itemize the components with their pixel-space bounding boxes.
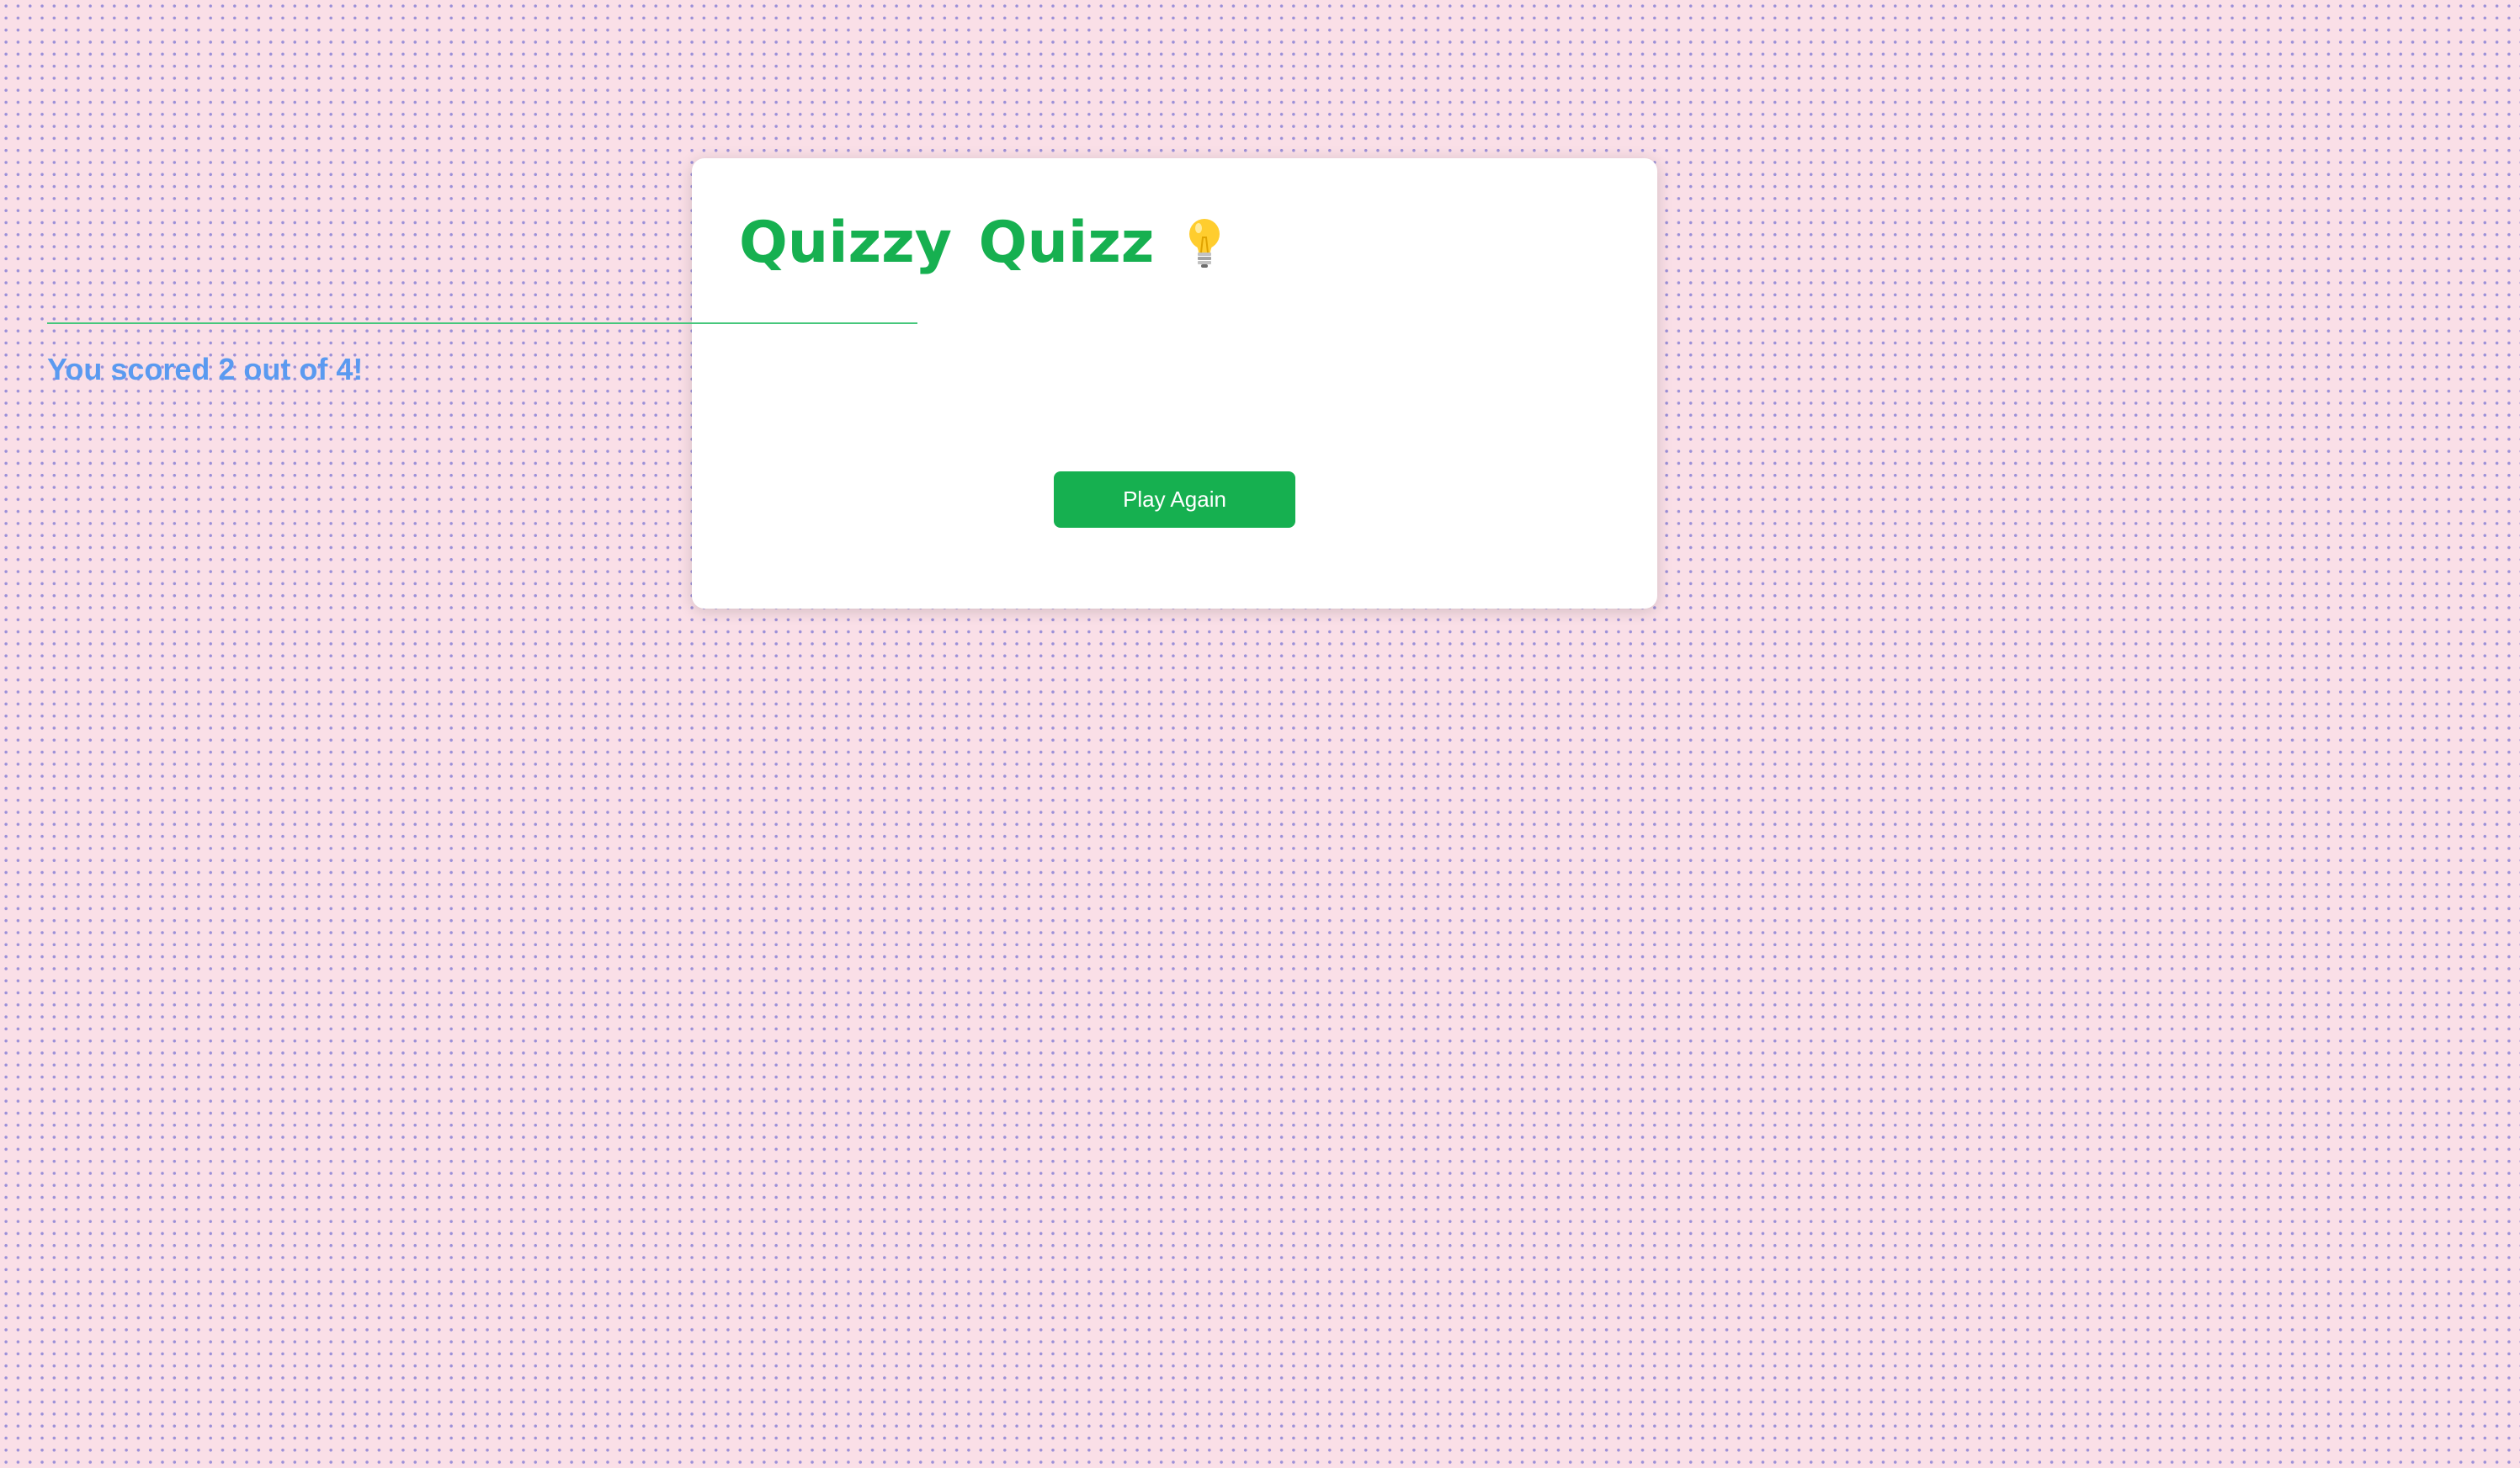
lightbulb-icon bbox=[1183, 215, 1226, 269]
title-row: Quizzy Quizz bbox=[739, 209, 1226, 276]
play-again-button[interactable]: Play Again bbox=[1054, 471, 1295, 528]
title-divider bbox=[47, 322, 917, 324]
score-text: You scored 2 out of 4! bbox=[47, 352, 364, 386]
quiz-card: Quizzy Quizz bbox=[692, 158, 1657, 609]
quiz-title: Quizzy Quizz bbox=[739, 209, 1155, 276]
